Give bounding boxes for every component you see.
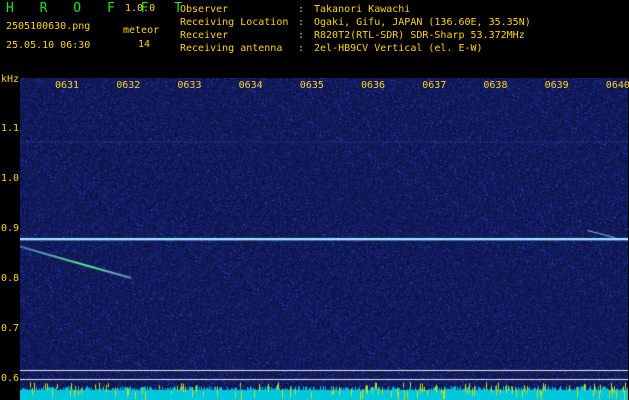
header-panel: H R O F F T 1.0.0 2505100630.png 25.05.1… <box>0 0 629 76</box>
x-tick-label: 0631 <box>55 80 80 91</box>
frequency-unit-label: kHz <box>1 74 20 85</box>
info-key: Receiving Location <box>180 17 289 28</box>
x-tick-label: 0640 <box>605 80 629 91</box>
antenna-row: Receiving antenna:2el-HB9CV Vertical (el… <box>180 42 531 55</box>
y-tick-label: 0.6 <box>1 373 20 384</box>
date-time: 25.05.10 06:30 <box>6 40 91 51</box>
file-name: 2505100630.png <box>6 21 91 32</box>
station-info: Observer: Takanori Kawachi Receiving Loca… <box>180 3 531 55</box>
y-tick-label: 0.9 <box>1 223 20 234</box>
info-key: Receiving antenna <box>180 43 283 54</box>
info-value: Ogaki, Gifu, JAPAN (136.60E, 35.35N) <box>314 17 531 28</box>
y-tick-label: 1.0 <box>1 173 20 184</box>
info-value: R820T2(RTL-SDR) SDR-Sharp 53.372MHz <box>314 30 525 41</box>
app-version: 1.0.0 <box>125 3 156 14</box>
info-value: 2el-HB9CV Vertical (el. E-W) <box>314 43 483 54</box>
x-tick-label: 0632 <box>116 80 141 91</box>
info-colon: : <box>298 30 305 41</box>
info-value: Takanori Kawachi <box>314 4 411 15</box>
x-tick-label: 0633 <box>177 80 202 91</box>
meteor-label: meteor <box>123 25 160 36</box>
observer-row: Observer: Takanori Kawachi <box>180 3 531 16</box>
app-title: H R O F F T <box>6 1 192 16</box>
info-colon: : <box>298 17 305 28</box>
y-tick-label: 0.8 <box>1 273 20 284</box>
x-tick-label: 0634 <box>238 80 263 91</box>
x-tick-label: 0637 <box>422 80 447 91</box>
x-tick-label: 0638 <box>483 80 508 91</box>
location-row: Receiving Location: Ogaki, Gifu, JAPAN (1… <box>180 16 531 29</box>
x-tick-label: 0639 <box>544 80 569 91</box>
info-key: Receiver <box>180 30 229 41</box>
x-tick-label: 0636 <box>361 80 386 91</box>
info-colon: : <box>298 4 305 15</box>
receiver-row: Receiver: R820T2(RTL-SDR) SDR-Sharp 53.37… <box>180 29 531 42</box>
y-tick-label: 0.7 <box>1 323 20 334</box>
info-colon: : <box>298 43 305 54</box>
meteor-count: 14 <box>138 39 151 50</box>
info-key: Observer <box>180 4 229 15</box>
y-tick-label: 1.1 <box>1 123 20 134</box>
x-tick-label: 0635 <box>299 80 324 91</box>
spectrogram-canvas <box>20 78 628 400</box>
